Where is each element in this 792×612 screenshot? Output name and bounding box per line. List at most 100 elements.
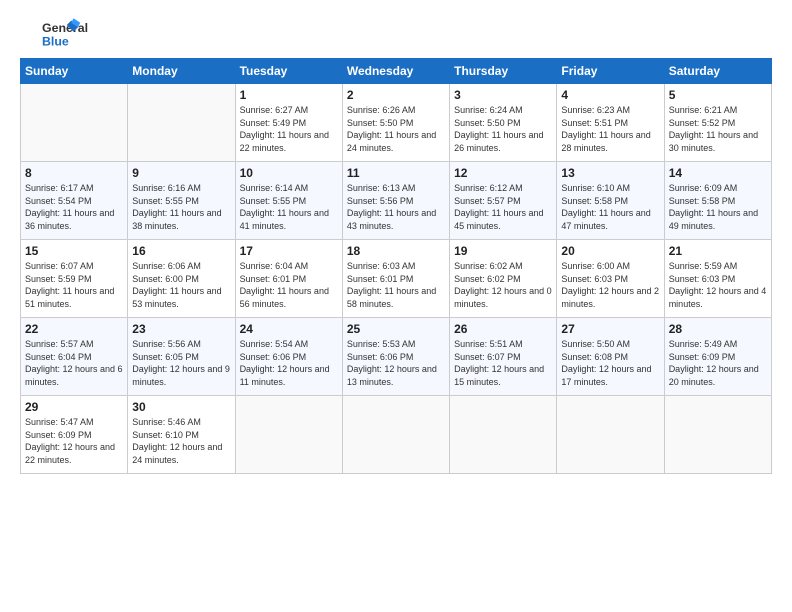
calendar-day-header: Thursday — [450, 59, 557, 84]
logo-icon: General Blue — [20, 16, 100, 52]
calendar-day-cell: 24 Sunrise: 5:54 AMSunset: 6:06 PMDayligh… — [235, 318, 342, 396]
calendar-day-cell — [128, 84, 235, 162]
calendar-week-row: 1Sunrise: 6:27 AMSunset: 5:49 PMDaylight… — [21, 84, 772, 162]
calendar-day-cell: 29 Sunrise: 5:47 AMSunset: 6:09 PMDayligh… — [21, 396, 128, 474]
day-number: 3 — [454, 88, 552, 102]
day-info: Sunrise: 6:24 AMSunset: 5:50 PMDaylight:… — [454, 105, 543, 153]
day-info: Sunrise: 5:59 AMSunset: 6:03 PMDaylight:… — [669, 261, 767, 309]
calendar-day-header: Tuesday — [235, 59, 342, 84]
calendar-week-row: 29 Sunrise: 5:47 AMSunset: 6:09 PMDayligh… — [21, 396, 772, 474]
calendar-table: SundayMondayTuesdayWednesdayThursdayFrid… — [20, 58, 772, 474]
day-number: 11 — [347, 166, 445, 180]
calendar-day-cell: 17 Sunrise: 6:04 AMSunset: 6:01 PMDayligh… — [235, 240, 342, 318]
day-info: Sunrise: 6:04 AMSunset: 6:01 PMDaylight:… — [240, 261, 329, 309]
calendar-day-cell: 26 Sunrise: 5:51 AMSunset: 6:07 PMDayligh… — [450, 318, 557, 396]
day-info: Sunrise: 5:57 AMSunset: 6:04 PMDaylight:… — [25, 339, 123, 387]
header: General Blue — [20, 16, 772, 52]
calendar-day-cell: 14 Sunrise: 6:09 AMSunset: 5:58 PMDayligh… — [664, 162, 771, 240]
calendar-day-header: Wednesday — [342, 59, 449, 84]
calendar-day-cell: 10 Sunrise: 6:14 AMSunset: 5:55 PMDayligh… — [235, 162, 342, 240]
day-info: Sunrise: 6:27 AMSunset: 5:49 PMDaylight:… — [240, 105, 329, 153]
calendar-day-cell — [21, 84, 128, 162]
calendar-day-cell: 19 Sunrise: 6:02 AMSunset: 6:02 PMDayligh… — [450, 240, 557, 318]
calendar-day-cell: 16Sunrise: 6:06 AMSunset: 6:00 PMDayligh… — [128, 240, 235, 318]
calendar-day-cell: 22 Sunrise: 5:57 AMSunset: 6:04 PMDayligh… — [21, 318, 128, 396]
calendar-day-cell — [450, 396, 557, 474]
day-number: 30 — [132, 400, 230, 414]
day-number: 19 — [454, 244, 552, 258]
day-number: 26 — [454, 322, 552, 336]
calendar-day-cell: 18 Sunrise: 6:03 AMSunset: 6:01 PMDayligh… — [342, 240, 449, 318]
day-number: 10 — [240, 166, 338, 180]
day-info: Sunrise: 6:17 AMSunset: 5:54 PMDaylight:… — [25, 183, 114, 231]
svg-text:General: General — [42, 21, 88, 35]
day-number: 23 — [132, 322, 230, 336]
day-info: Sunrise: 5:49 AMSunset: 6:09 PMDaylight:… — [669, 339, 759, 387]
calendar-week-row: 15 Sunrise: 6:07 AMSunset: 5:59 PMDayligh… — [21, 240, 772, 318]
calendar-day-cell — [557, 396, 664, 474]
day-number: 22 — [25, 322, 123, 336]
calendar-day-header: Monday — [128, 59, 235, 84]
day-number: 12 — [454, 166, 552, 180]
day-number: 25 — [347, 322, 445, 336]
day-number: 20 — [561, 244, 659, 258]
day-info: Sunrise: 5:56 AMSunset: 6:05 PMDaylight:… — [132, 339, 230, 387]
calendar-day-cell — [235, 396, 342, 474]
day-info: Sunrise: 6:03 AMSunset: 6:01 PMDaylight:… — [347, 261, 436, 309]
calendar-day-header: Sunday — [21, 59, 128, 84]
day-info: Sunrise: 6:12 AMSunset: 5:57 PMDaylight:… — [454, 183, 543, 231]
calendar-day-cell — [664, 396, 771, 474]
day-number: 24 — [240, 322, 338, 336]
day-info: Sunrise: 5:46 AMSunset: 6:10 PMDaylight:… — [132, 417, 222, 465]
calendar-header-row: SundayMondayTuesdayWednesdayThursdayFrid… — [21, 59, 772, 84]
day-info: Sunrise: 5:50 AMSunset: 6:08 PMDaylight:… — [561, 339, 651, 387]
calendar-day-cell: 11 Sunrise: 6:13 AMSunset: 5:56 PMDayligh… — [342, 162, 449, 240]
calendar-day-cell: 5 Sunrise: 6:21 AMSunset: 5:52 PMDaylight… — [664, 84, 771, 162]
day-number: 8 — [25, 166, 123, 180]
calendar-day-cell: 12 Sunrise: 6:12 AMSunset: 5:57 PMDayligh… — [450, 162, 557, 240]
day-number: 13 — [561, 166, 659, 180]
day-number: 14 — [669, 166, 767, 180]
day-info: Sunrise: 6:16 AMSunset: 5:55 PMDaylight:… — [132, 183, 221, 231]
day-info: Sunrise: 5:51 AMSunset: 6:07 PMDaylight:… — [454, 339, 544, 387]
day-info: Sunrise: 5:54 AMSunset: 6:06 PMDaylight:… — [240, 339, 330, 387]
calendar-day-header: Friday — [557, 59, 664, 84]
calendar-day-cell: 13 Sunrise: 6:10 AMSunset: 5:58 PMDayligh… — [557, 162, 664, 240]
day-number: 27 — [561, 322, 659, 336]
day-info: Sunrise: 5:47 AMSunset: 6:09 PMDaylight:… — [25, 417, 115, 465]
day-info: Sunrise: 6:10 AMSunset: 5:58 PMDaylight:… — [561, 183, 650, 231]
day-number: 16 — [132, 244, 230, 258]
day-number: 2 — [347, 88, 445, 102]
day-info: Sunrise: 6:21 AMSunset: 5:52 PMDaylight:… — [669, 105, 758, 153]
day-info: Sunrise: 6:09 AMSunset: 5:58 PMDaylight:… — [669, 183, 758, 231]
calendar-day-cell: 2Sunrise: 6:26 AMSunset: 5:50 PMDaylight… — [342, 84, 449, 162]
page: General Blue SundayMondayTuesdayWednesda… — [0, 0, 792, 612]
day-info: Sunrise: 6:07 AMSunset: 5:59 PMDaylight:… — [25, 261, 114, 309]
day-number: 17 — [240, 244, 338, 258]
day-info: Sunrise: 6:23 AMSunset: 5:51 PMDaylight:… — [561, 105, 650, 153]
calendar-week-row: 22 Sunrise: 5:57 AMSunset: 6:04 PMDayligh… — [21, 318, 772, 396]
day-number: 15 — [25, 244, 123, 258]
calendar-day-cell: 21 Sunrise: 5:59 AMSunset: 6:03 PMDayligh… — [664, 240, 771, 318]
day-number: 29 — [25, 400, 123, 414]
calendar-day-cell: 3 Sunrise: 6:24 AMSunset: 5:50 PMDaylight… — [450, 84, 557, 162]
day-info: Sunrise: 6:14 AMSunset: 5:55 PMDaylight:… — [240, 183, 329, 231]
calendar-day-cell: 15 Sunrise: 6:07 AMSunset: 5:59 PMDayligh… — [21, 240, 128, 318]
day-number: 21 — [669, 244, 767, 258]
day-number: 5 — [669, 88, 767, 102]
logo: General Blue — [20, 16, 100, 52]
day-number: 9 — [132, 166, 230, 180]
day-info: Sunrise: 6:13 AMSunset: 5:56 PMDaylight:… — [347, 183, 436, 231]
calendar-day-cell: 8 Sunrise: 6:17 AMSunset: 5:54 PMDaylight… — [21, 162, 128, 240]
calendar-day-cell: 23 Sunrise: 5:56 AMSunset: 6:05 PMDayligh… — [128, 318, 235, 396]
day-info: Sunrise: 5:53 AMSunset: 6:06 PMDaylight:… — [347, 339, 437, 387]
day-number: 18 — [347, 244, 445, 258]
calendar-day-cell: 20 Sunrise: 6:00 AMSunset: 6:03 PMDayligh… — [557, 240, 664, 318]
day-info: Sunrise: 6:02 AMSunset: 6:02 PMDaylight:… — [454, 261, 552, 309]
day-number: 4 — [561, 88, 659, 102]
calendar-day-cell: 1Sunrise: 6:27 AMSunset: 5:49 PMDaylight… — [235, 84, 342, 162]
calendar-day-cell: 27 Sunrise: 5:50 AMSunset: 6:08 PMDayligh… — [557, 318, 664, 396]
day-number: 28 — [669, 322, 767, 336]
day-info: Sunrise: 6:00 AMSunset: 6:03 PMDaylight:… — [561, 261, 659, 309]
calendar-day-cell: 9 Sunrise: 6:16 AMSunset: 5:55 PMDaylight… — [128, 162, 235, 240]
